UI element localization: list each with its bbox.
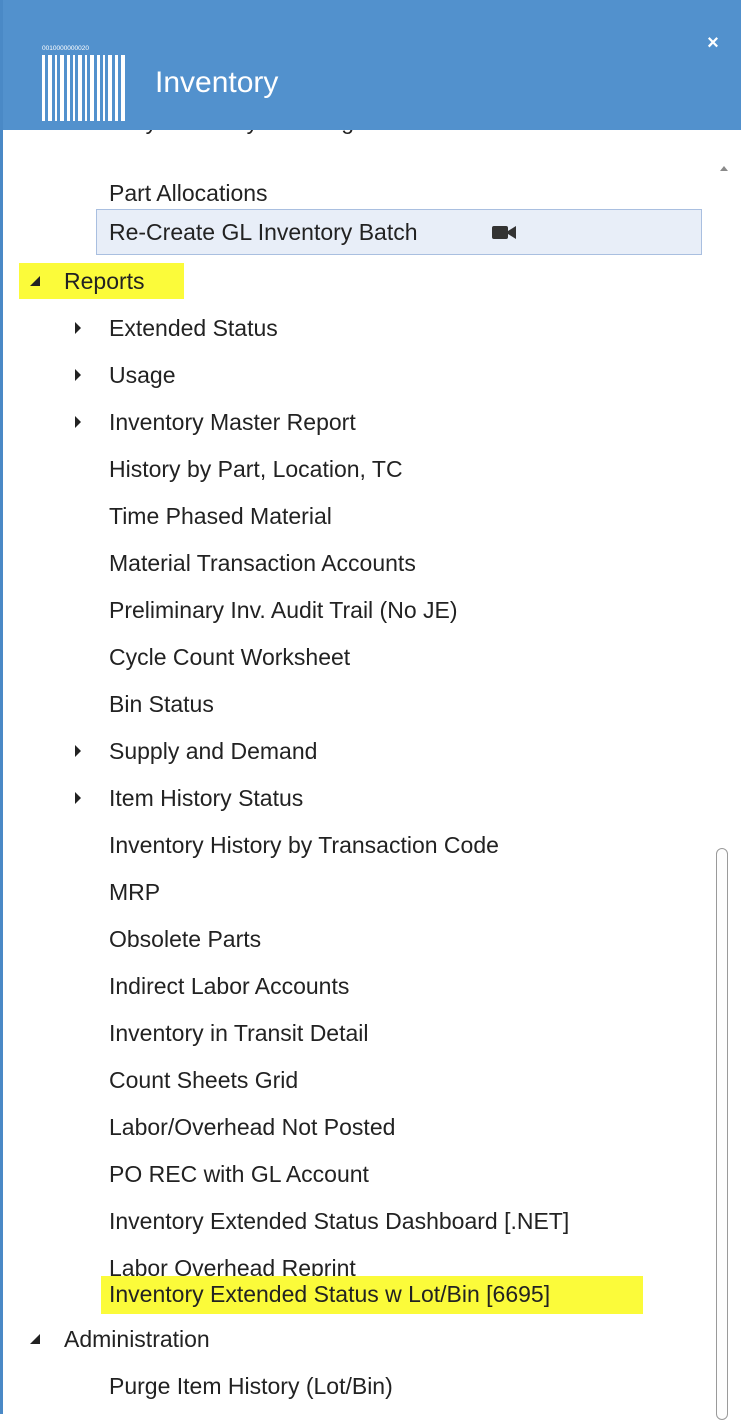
- vertical-scrollbar[interactable]: [706, 130, 741, 1420]
- tree-item-label: Count Sheets Grid: [109, 1067, 299, 1093]
- collapsed-arrow-icon[interactable]: [71, 305, 91, 351]
- tree-item-label: Extended Status: [109, 315, 278, 341]
- tree-item-cutoff[interactable]: Daily Inventory Trending: [106, 130, 354, 144]
- tree-item-label: Inventory Master Report: [109, 409, 356, 435]
- tree-item-time-phased-material[interactable]: Time Phased Material: [109, 493, 332, 539]
- tree-item-label: Inventory Extended Status Dashboard [.NE…: [109, 1208, 570, 1234]
- tree-item-ext-status-lot-bin[interactable]: Inventory Extended Status w Lot/Bin [669…: [109, 1279, 550, 1309]
- tree-item-label: Inventory in Transit Detail: [109, 1020, 369, 1046]
- tree-item-label: Bin Status: [109, 691, 214, 717]
- tree-item-label: Preliminary Inv. Audit Trail (No JE): [109, 597, 458, 623]
- tree-item-label: Cycle Count Worksheet: [109, 644, 351, 670]
- tree-item-preliminary-audit-trail[interactable]: Preliminary Inv. Audit Trail (No JE): [109, 587, 458, 633]
- expanded-arrow-icon[interactable]: [26, 258, 46, 304]
- barcode-logo-icon: 0010000000020: [42, 45, 125, 121]
- tree-item-label: Inventory Extended Status w Lot/Bin [669…: [109, 1281, 551, 1307]
- tree-item-reports[interactable]: Reports: [64, 258, 145, 304]
- tree-item-count-sheets-grid[interactable]: Count Sheets Grid: [109, 1057, 298, 1103]
- tree-item-inventory-history-by-tc[interactable]: Inventory History by Transaction Code: [109, 822, 499, 868]
- tree-item-label: MRP: [109, 879, 161, 905]
- tree-item-indirect-labor-accounts[interactable]: Indirect Labor Accounts: [109, 963, 349, 1009]
- tree-item-label: Material Transaction Accounts: [109, 550, 416, 576]
- collapsed-arrow-icon[interactable]: [71, 775, 91, 821]
- tree-item-label: Administration: [64, 1326, 210, 1352]
- close-button[interactable]: ×: [699, 30, 727, 56]
- inventory-panel: 0010000000020 Inventory × Daily Inventor…: [0, 0, 741, 1420]
- scroll-up-arrow-icon[interactable]: [713, 158, 735, 178]
- panel-title: Inventory: [155, 66, 279, 99]
- tree-item-recreate-gl[interactable]: Re-Create GL Inventory Batch: [109, 209, 418, 255]
- tree-item-obsolete-parts[interactable]: Obsolete Parts: [109, 916, 261, 962]
- collapsed-arrow-icon[interactable]: [71, 728, 91, 774]
- tree-item-labor-overhead-not-posted[interactable]: Labor/Overhead Not Posted: [109, 1104, 395, 1150]
- tree-item-supply-and-demand[interactable]: Supply and Demand: [109, 728, 317, 774]
- tree-item-label: PO REC with GL Account: [109, 1161, 369, 1187]
- tree-item-administration[interactable]: Administration: [64, 1316, 210, 1362]
- tree-item-label: Usage: [109, 362, 176, 388]
- tree-item-label: Item History Status: [109, 785, 304, 811]
- tree-item-mrp[interactable]: MRP: [109, 869, 160, 915]
- tree-item-ext-status-dashboard[interactable]: Inventory Extended Status Dashboard [.NE…: [109, 1198, 569, 1244]
- expanded-arrow-icon[interactable]: [26, 1316, 46, 1362]
- tree-item-label: Obsolete Parts: [109, 926, 262, 952]
- tree-item-label: Time Phased Material: [109, 503, 332, 529]
- tree-item-extended-status[interactable]: Extended Status: [109, 305, 278, 351]
- scrollbar-thumb[interactable]: [716, 848, 728, 1420]
- tree-item-inventory-master-report[interactable]: Inventory Master Report: [109, 399, 356, 445]
- tree-item-label: Purge Item History (Lot/Bin): [109, 1373, 393, 1399]
- tree-item-bin-status[interactable]: Bin Status: [109, 681, 214, 727]
- tree-item-history-by-part[interactable]: History by Part, Location, TC: [109, 446, 403, 492]
- collapsed-arrow-icon[interactable]: [71, 352, 91, 398]
- video-camera-icon[interactable]: [491, 224, 517, 240]
- svg-text:0010000000020: 0010000000020: [42, 45, 89, 52]
- tree-item-label: Re-Create GL Inventory Batch: [109, 219, 418, 245]
- tree-view: Daily Inventory Trending Part Allocation…: [6, 130, 706, 1414]
- tree-item-label: Labor/Overhead Not Posted: [109, 1114, 396, 1140]
- tree-item-label: Indirect Labor Accounts: [109, 973, 350, 999]
- tree-item-usage[interactable]: Usage: [109, 352, 175, 398]
- tree-item-label: Reports: [64, 268, 145, 294]
- tree-item-label: Inventory History by Transaction Code: [109, 832, 499, 858]
- panel-header: 0010000000020 Inventory ×: [3, 0, 741, 130]
- tree-item-material-transaction-accounts[interactable]: Material Transaction Accounts: [109, 540, 416, 586]
- tree-item-inventory-in-transit[interactable]: Inventory in Transit Detail: [109, 1010, 369, 1056]
- tree-item-cycle-count-worksheet[interactable]: Cycle Count Worksheet: [109, 634, 350, 680]
- tree-item-purge-item-history[interactable]: Purge Item History (Lot/Bin): [109, 1363, 393, 1409]
- collapsed-arrow-icon[interactable]: [71, 399, 91, 445]
- tree-item-po-rec-gl[interactable]: PO REC with GL Account: [109, 1151, 369, 1197]
- tree-item-item-history-status[interactable]: Item History Status: [109, 775, 303, 821]
- tree-item-label: Supply and Demand: [109, 738, 318, 764]
- tree-item-label: History by Part, Location, TC: [109, 456, 403, 482]
